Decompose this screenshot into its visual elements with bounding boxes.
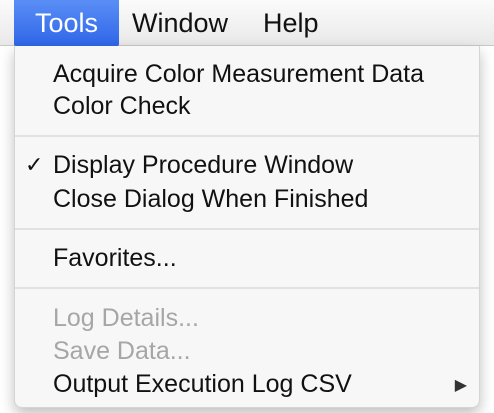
menu-item-label: Close Dialog When Finished — [53, 185, 369, 213]
menu-item-label: Log Details... — [53, 304, 199, 332]
menu-item-acquire-color-measurement-data[interactable]: Acquire Color Measurement Data — [15, 58, 479, 91]
menu-item-label: Acquire Color Measurement Data — [53, 60, 424, 88]
tools-dropdown-menu: Acquire Color Measurement Data Color Che… — [14, 46, 480, 408]
menu-item-favorites[interactable]: Favorites... — [15, 242, 479, 275]
menu-separator — [15, 228, 479, 230]
menu-tools[interactable]: Tools — [14, 0, 119, 46]
menu-item-save-data: Save Data... — [15, 335, 479, 368]
menu-item-label: Display Procedure Window — [53, 151, 354, 179]
menu-item-label: Output Execution Log CSV — [53, 370, 352, 398]
menu-separator — [15, 135, 479, 137]
menu-item-log-details: Log Details... — [15, 302, 479, 335]
menu-item-color-check[interactable]: Color Check — [15, 90, 479, 123]
menu-item-label: Favorites... — [53, 244, 177, 272]
menu-help[interactable]: Help — [263, 0, 319, 46]
menu-separator — [15, 287, 479, 289]
menu-bar: Tools Window Help — [0, 0, 494, 46]
submenu-arrow-icon: ▶ — [454, 375, 467, 394]
menu-item-label: Color Check — [53, 92, 191, 120]
menu-item-close-dialog-when-finished[interactable]: Close Dialog When Finished — [15, 183, 479, 216]
check-icon: ✓ — [25, 153, 44, 178]
menu-window[interactable]: Window — [132, 0, 228, 46]
menu-item-label: Save Data... — [53, 337, 191, 365]
menu-item-output-execution-log-csv[interactable]: Output Execution Log CSV ▶ — [15, 368, 479, 401]
menu-item-display-procedure-window[interactable]: ✓ Display Procedure Window — [15, 149, 479, 182]
